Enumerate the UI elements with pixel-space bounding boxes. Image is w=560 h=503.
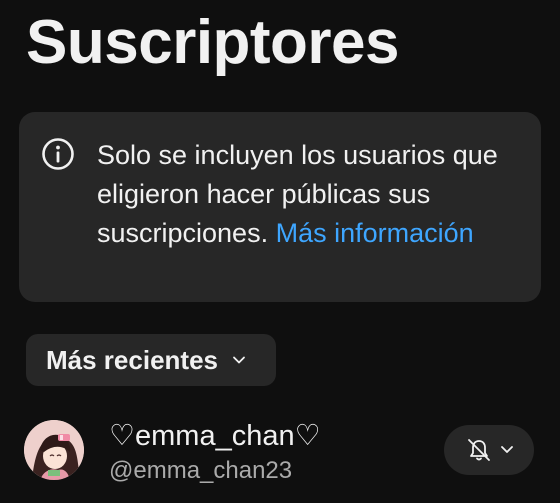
sort-label: Más recientes	[46, 344, 218, 375]
avatar-image	[24, 420, 84, 480]
sort-dropdown[interactable]: Más recientes	[26, 334, 276, 386]
subscriber-handle: @emma_chan23	[109, 457, 293, 484]
notification-button[interactable]	[444, 425, 534, 475]
chevron-down-icon	[233, 356, 245, 364]
bell-off-icon	[468, 439, 490, 461]
info-message: Solo se incluyen los usuarios que eligie…	[97, 136, 517, 253]
info-card: Solo se incluyen los usuarios que eligie…	[19, 112, 541, 302]
subscriber-row[interactable]: ♡emma_chan♡ @emma_chan23	[0, 410, 560, 503]
more-info-link[interactable]: Más información	[276, 218, 474, 248]
info-icon	[42, 138, 74, 170]
page-title: Suscriptores	[26, 8, 400, 77]
avatar[interactable]	[24, 420, 84, 480]
chevron-down-icon	[501, 446, 513, 453]
subscriber-name: ♡emma_chan♡	[109, 420, 321, 452]
